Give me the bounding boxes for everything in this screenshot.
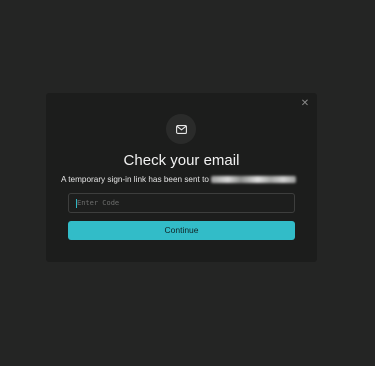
subtitle-text: A temporary sign-in link has been sent t… (61, 175, 209, 184)
redacted-email (210, 176, 296, 184)
code-input[interactable] (68, 193, 295, 213)
close-icon[interactable]: ✕ (301, 98, 309, 109)
text-caret (76, 199, 77, 208)
continue-button[interactable]: Continue (68, 221, 295, 240)
mail-icon (175, 124, 187, 134)
modal-title: Check your email (123, 152, 240, 169)
mail-icon-badge (166, 114, 196, 144)
modal-subtitle: A temporary sign-in link has been sent t… (61, 175, 296, 185)
check-email-modal: ✕ Check your email A temporary sign-in l… (46, 93, 317, 262)
close-button[interactable]: ✕ (300, 99, 310, 109)
